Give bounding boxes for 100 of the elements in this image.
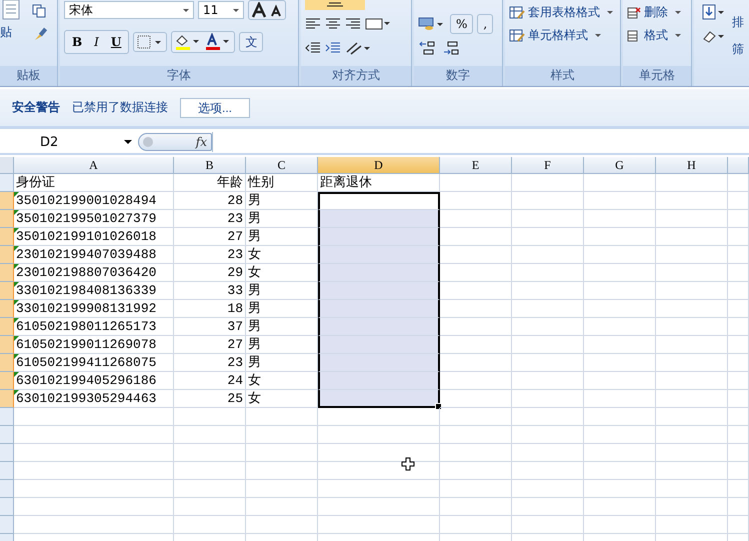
table-cell: 610502199011269078	[14, 336, 174, 354]
decrease-indent-icon[interactable]	[305, 41, 321, 55]
column-header[interactable]	[728, 157, 749, 174]
table-style-icon	[509, 6, 525, 20]
row-header[interactable]	[0, 174, 14, 192]
grow-font-icon[interactable]	[251, 2, 267, 18]
table-cell	[440, 444, 512, 462]
table-cell: 23	[174, 246, 246, 264]
table-cell	[728, 372, 749, 390]
row-header[interactable]	[0, 318, 14, 336]
fill-handle[interactable]	[435, 403, 442, 410]
align-center-icon[interactable]	[305, 0, 365, 10]
table-cell	[512, 516, 584, 534]
table-cell	[728, 228, 749, 246]
increase-indent-icon[interactable]	[325, 41, 341, 55]
table-cell	[728, 246, 749, 264]
table-cell	[512, 336, 584, 354]
options-button[interactable]: 选项...	[180, 98, 250, 118]
row-header[interactable]	[0, 372, 14, 390]
table-cell	[512, 408, 584, 426]
table-cell	[728, 444, 749, 462]
comma-button[interactable]: ,	[477, 14, 494, 34]
table-cell	[728, 390, 749, 408]
column-header[interactable]: H	[656, 157, 728, 174]
error-indicator-icon	[14, 336, 19, 341]
row-header[interactable]	[0, 354, 14, 372]
table-cell	[512, 426, 584, 444]
brush-icon[interactable]	[32, 26, 48, 42]
font-name-field[interactable]: 宋体	[64, 1, 194, 19]
clipboard-icon[interactable]	[0, 0, 22, 20]
table-cell	[656, 426, 728, 444]
align-left-icon[interactable]	[305, 17, 321, 31]
copy-icon[interactable]	[32, 4, 46, 18]
menu-label[interactable]: 筛	[732, 41, 744, 58]
align-right-icon[interactable]	[345, 17, 361, 31]
row-header[interactable]	[0, 336, 14, 354]
table-cell: 630102199405296186	[14, 372, 174, 390]
row-header[interactable]	[0, 408, 14, 426]
row-header[interactable]	[0, 444, 14, 462]
row-header[interactable]	[0, 246, 14, 264]
menu-button[interactable]: 单元格样式	[509, 27, 616, 44]
row-header[interactable]	[0, 480, 14, 498]
percent-button[interactable]: %	[450, 14, 474, 34]
row-header[interactable]	[0, 390, 14, 408]
row-header[interactable]	[0, 192, 14, 210]
column-header[interactable]: D	[318, 157, 440, 174]
table-cell	[584, 462, 656, 480]
table-cell	[512, 318, 584, 336]
table-cell	[174, 480, 246, 498]
shrink-font-icon[interactable]	[269, 3, 283, 17]
column-header[interactable]: E	[440, 157, 512, 174]
error-indicator-icon	[14, 210, 19, 215]
row-header[interactable]	[0, 516, 14, 534]
select-all-corner[interactable]	[0, 157, 14, 174]
font-size-field[interactable]: 11	[198, 1, 244, 19]
table-cell	[440, 372, 512, 390]
table-cell: 350102199101026018	[14, 228, 174, 246]
fx-button[interactable]: fx	[138, 133, 212, 151]
column-header[interactable]: A	[14, 157, 174, 174]
row-header[interactable]	[0, 498, 14, 516]
column-header[interactable]: C	[246, 157, 318, 174]
paste-label[interactable]: 贴	[0, 24, 12, 41]
table-cell: 年龄	[174, 174, 246, 192]
text-orientation-icon[interactable]	[345, 40, 371, 56]
name-box[interactable]: D2	[0, 132, 138, 152]
table-cell	[728, 498, 749, 516]
column-header[interactable]: B	[174, 157, 246, 174]
table-cell	[512, 228, 584, 246]
table-cell	[440, 390, 512, 408]
group-label: 数字	[414, 66, 502, 86]
table-cell: 230102198807036420	[14, 264, 174, 282]
table-cell	[440, 516, 512, 534]
row-header[interactable]	[0, 264, 14, 282]
table-cell	[174, 498, 246, 516]
group-label: 贴板	[0, 66, 57, 86]
table-cell	[440, 426, 512, 444]
table-cell	[656, 246, 728, 264]
row-header[interactable]	[0, 462, 14, 480]
table-cell: 330102199908131992	[14, 300, 174, 318]
merge-cells-icon[interactable]	[365, 17, 391, 31]
row-header[interactable]	[0, 282, 14, 300]
menu-button[interactable]: 删除	[627, 4, 687, 21]
column-header[interactable]: F	[512, 157, 584, 174]
group-label: 对齐方式	[301, 66, 411, 86]
table-cell	[440, 210, 512, 228]
column-header[interactable]: G	[584, 157, 656, 174]
table-cell	[584, 336, 656, 354]
table-cell	[512, 246, 584, 264]
phonetic-button[interactable]: 文	[239, 32, 264, 52]
align-center-icon[interactable]	[325, 17, 341, 31]
row-header[interactable]	[0, 228, 14, 246]
menu-label[interactable]: 排	[732, 14, 744, 31]
menu-button[interactable]: 套用表格格式	[509, 4, 616, 21]
row-header[interactable]	[0, 426, 14, 444]
fill-down-icon[interactable]	[702, 4, 726, 20]
row-header[interactable]	[0, 300, 14, 318]
row-header[interactable]	[0, 210, 14, 228]
table-cell: 37	[174, 318, 246, 336]
menu-button[interactable]: 格式	[627, 27, 687, 44]
table-cell: 230102199407039488	[14, 246, 174, 264]
